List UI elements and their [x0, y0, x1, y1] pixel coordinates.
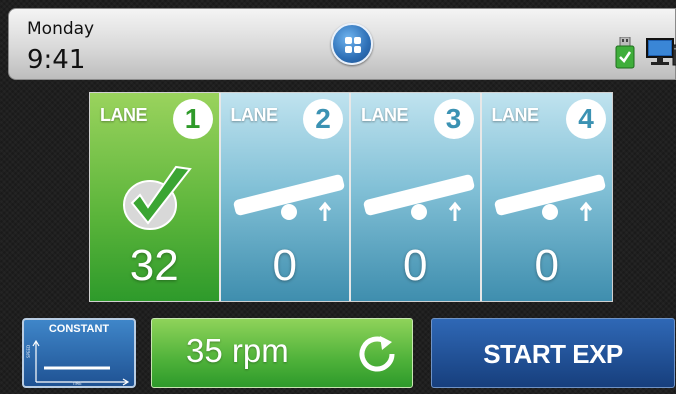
- mode-label: CONSTANT: [48, 323, 110, 335]
- lane-label: LANE: [361, 105, 409, 125]
- home-menu-button[interactable]: [331, 23, 373, 65]
- lane-label: LANE: [230, 105, 279, 125]
- lane-3-card[interactable]: LANE 3 0: [351, 93, 482, 301]
- lane-number-badge: 1: [172, 99, 213, 139]
- x-axis-label: TIME: [72, 381, 82, 386]
- lane-number-badge: 2: [303, 99, 343, 139]
- lane-1-card[interactable]: LANE 1 32: [90, 93, 221, 301]
- lane-number-badge: 3: [433, 99, 474, 139]
- y-axis-label: SPEED: [26, 344, 31, 358]
- computer-monitor-icon: [646, 38, 676, 66]
- grid-icon: [345, 37, 361, 53]
- lane-number-badge: 4: [566, 99, 606, 139]
- lane-count: 0: [534, 241, 559, 290]
- lane-count: 32: [129, 241, 179, 290]
- clock-time: 9:41: [27, 45, 86, 75]
- speed-value: 35 rpm: [186, 332, 289, 369]
- day-label: Monday: [27, 19, 95, 39]
- lane-panel: LANE 1 32 LANE 2 0 LANE 3 0 LANE 4 0: [89, 92, 613, 302]
- seesaw-rod-icon: [363, 174, 475, 221]
- speed-mode-button[interactable]: CONSTANT SPEED TIME: [22, 318, 136, 388]
- refresh-icon: [359, 336, 395, 372]
- status-bar: Monday 9:41: [8, 8, 676, 80]
- constant-speed-graph-icon: [32, 339, 130, 386]
- seesaw-rod-icon: [494, 174, 605, 221]
- speed-button[interactable]: 35 rpm: [151, 318, 413, 388]
- seesaw-rod-icon: [233, 174, 344, 221]
- lane-label: LANE: [100, 105, 148, 125]
- checkmark-icon: [123, 165, 192, 230]
- lane-4-card[interactable]: LANE 4 0: [481, 93, 612, 301]
- lane-count: 0: [272, 241, 297, 290]
- start-experiment-button[interactable]: START EXP: [431, 318, 675, 388]
- usb-drive-icon: [615, 37, 635, 69]
- start-label: START EXP: [483, 339, 623, 369]
- lane-label: LANE: [491, 105, 540, 125]
- lane-2-card[interactable]: LANE 2 0: [220, 93, 351, 301]
- lane-count: 0: [403, 241, 428, 290]
